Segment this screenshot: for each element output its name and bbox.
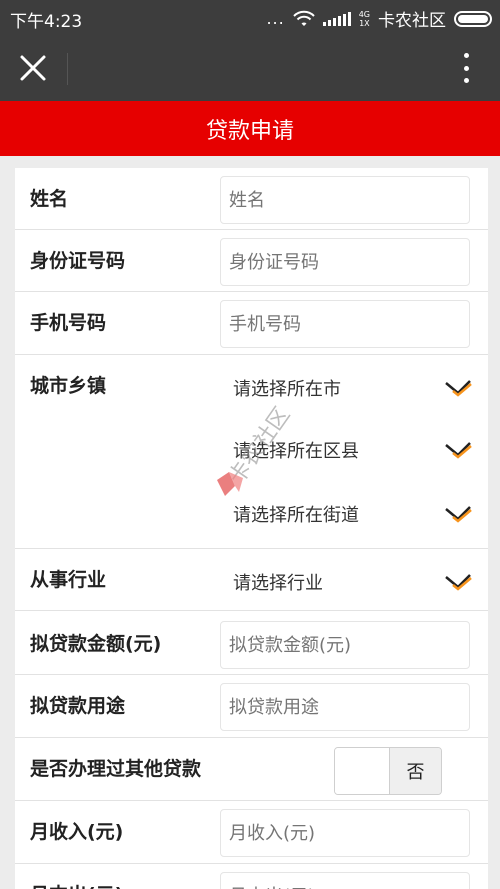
phone-input[interactable] [220, 300, 470, 348]
nav-divider [67, 53, 68, 85]
network-type: 4G 1X [359, 10, 370, 28]
street-select-value: 请选择所在街道 [233, 505, 359, 526]
form-row-name: 姓名 [15, 168, 488, 230]
district-select[interactable]: 请选择所在区县 [233, 432, 473, 472]
chevron-down-icon [445, 574, 472, 591]
other-loans-value: 否 [389, 748, 441, 794]
form-row-other-loans: 是否办理过其他贷款 否 [15, 738, 488, 801]
network-top: 4G [358, 9, 370, 19]
purpose-input[interactable] [220, 683, 470, 731]
industry-label: 从事行业 [30, 569, 107, 591]
battery-icon [454, 10, 492, 27]
form-row-expense: 月支出(元) [15, 864, 488, 889]
status-icons: ... 4G 1X 卡农社区 [266, 6, 492, 31]
chevron-down-icon [445, 442, 472, 459]
form-row-amount: 拟贷款金额(元) [15, 611, 488, 675]
nav-bar [0, 35, 500, 101]
name-input[interactable] [220, 176, 470, 224]
income-input[interactable] [220, 809, 470, 857]
loan-application-form: 姓名 身份证号码 手机号码 城市乡镇 请选择所在市 请选择所在区县 请选择所在街… [15, 168, 488, 889]
purpose-label: 拟贷款用途 [30, 695, 126, 717]
status-dots: ... [266, 9, 285, 28]
street-select[interactable]: 请选择所在街道 [233, 496, 473, 536]
city-select-value: 请选择所在市 [233, 379, 341, 400]
form-row-id: 身份证号码 [15, 230, 488, 292]
income-label: 月收入(元) [30, 821, 124, 843]
page-title: 贷款申请 [205, 118, 294, 144]
id-number-input[interactable] [220, 238, 470, 286]
status-time: 下午4:23 [10, 12, 83, 32]
location-label: 城市乡镇 [30, 375, 107, 397]
close-icon[interactable] [18, 53, 48, 83]
other-loans-toggle[interactable]: 否 [334, 747, 442, 795]
name-label: 姓名 [30, 188, 69, 210]
toggle-knob [335, 748, 389, 794]
amount-label: 拟贷款金额(元) [30, 633, 162, 655]
district-select-value: 请选择所在区县 [233, 441, 359, 462]
status-bar: 下午4:23 ... 4G 1X 卡农社区 [0, 0, 500, 35]
signal-icon [322, 11, 351, 26]
chevron-down-icon [445, 506, 472, 523]
network-bottom: 1X [359, 18, 370, 28]
chevron-down-icon [445, 380, 472, 397]
id-number-label: 身份证号码 [30, 250, 126, 272]
amount-input[interactable] [220, 621, 470, 669]
more-vertical-icon[interactable] [464, 53, 470, 83]
industry-select[interactable]: 请选择行业 [233, 564, 473, 604]
carrier-label: 卡农社区 [378, 11, 446, 31]
industry-select-value: 请选择行业 [233, 573, 323, 594]
expense-label: 月支出(元) [30, 880, 123, 889]
phone-label: 手机号码 [30, 312, 107, 334]
form-row-phone: 手机号码 [15, 292, 488, 355]
city-select[interactable]: 请选择所在市 [233, 370, 473, 410]
page-title-bar: 贷款申请 [0, 101, 500, 156]
form-row-location: 城市乡镇 请选择所在市 请选择所在区县 请选择所在街道 [15, 355, 488, 549]
form-row-purpose: 拟贷款用途 [15, 675, 488, 738]
other-loans-label: 是否办理过其他贷款 [30, 758, 202, 780]
wifi-icon [292, 10, 315, 26]
expense-input[interactable] [220, 872, 470, 889]
form-row-income: 月收入(元) [15, 801, 488, 864]
form-row-industry: 从事行业 请选择行业 [15, 549, 488, 611]
